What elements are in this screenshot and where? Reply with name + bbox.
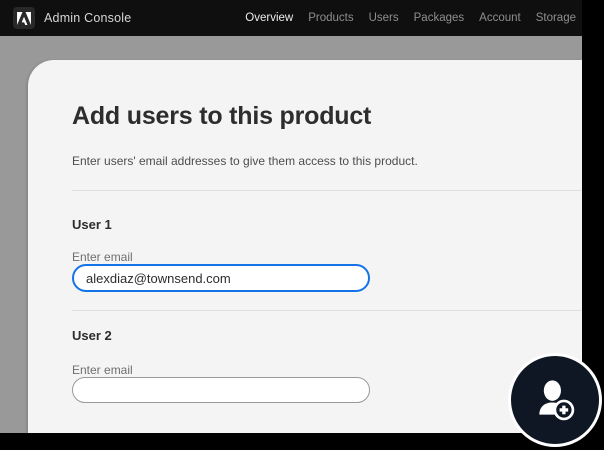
nav-item-users[interactable]: Users xyxy=(369,12,399,24)
nav-item-account[interactable]: Account xyxy=(479,12,521,24)
primary-nav: Overview Products Users Packages Account… xyxy=(245,12,576,24)
add-users-panel: Add users to this product Enter users' e… xyxy=(28,60,582,433)
user-1-field-label: Enter email xyxy=(72,250,133,264)
nav-item-overview[interactable]: Overview xyxy=(245,12,293,24)
nav-item-products[interactable]: Products xyxy=(308,12,353,24)
user-2-field-label: Enter email xyxy=(72,363,133,377)
user-1-email-input[interactable] xyxy=(72,264,370,292)
page-title: Add users to this product xyxy=(72,102,371,131)
adobe-logo-icon[interactable] xyxy=(13,7,35,29)
page-subtitle: Enter users' email addresses to give the… xyxy=(72,154,418,168)
user-1-label: User 1 xyxy=(72,217,112,232)
user-2-email-input[interactable] xyxy=(72,377,370,403)
top-nav-bar: Admin Console Overview Products Users Pa… xyxy=(0,0,582,36)
user-2-label: User 2 xyxy=(72,328,112,343)
section-divider xyxy=(72,190,582,191)
nav-item-storage[interactable]: Storage xyxy=(536,12,576,24)
add-user-button[interactable] xyxy=(508,353,602,447)
add-user-icon xyxy=(532,377,578,423)
section-divider xyxy=(72,310,582,311)
nav-item-packages[interactable]: Packages xyxy=(414,12,465,24)
app-title: Admin Console xyxy=(44,11,131,25)
